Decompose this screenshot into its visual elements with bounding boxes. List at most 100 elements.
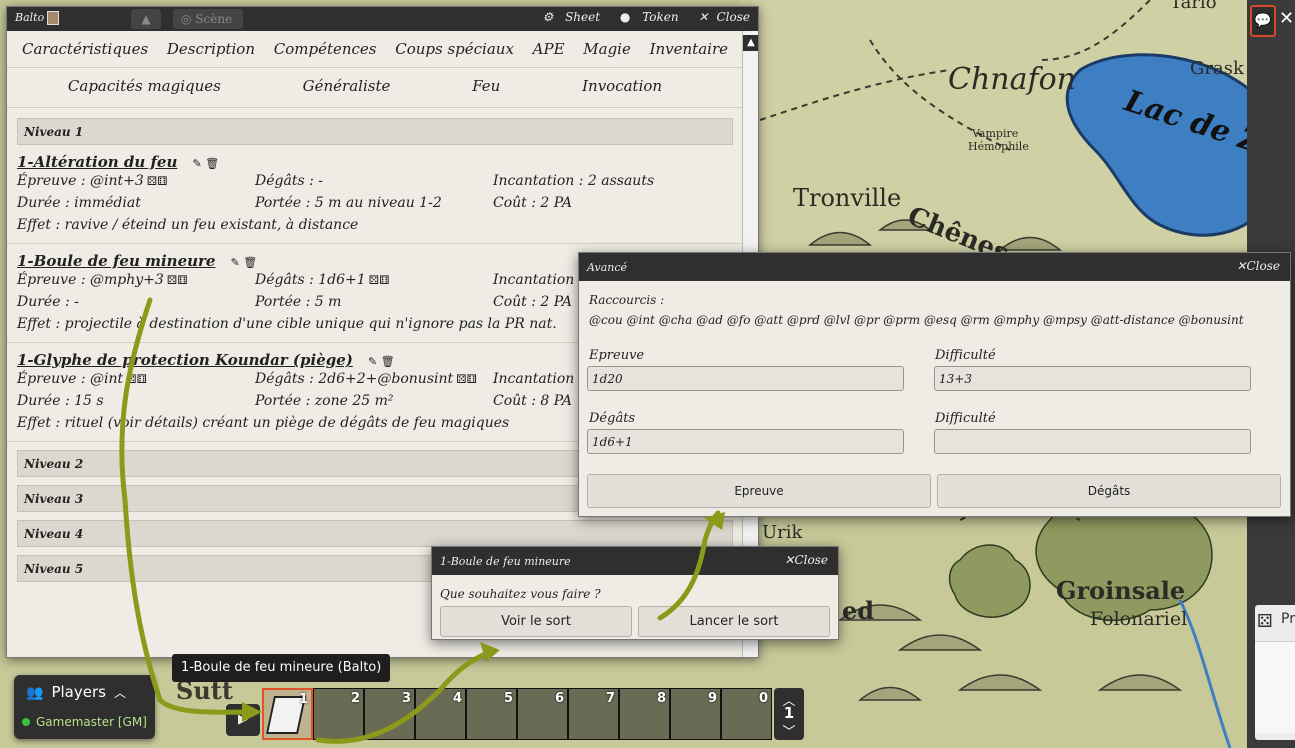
avance-dialog: Avancé ✕Close Raccourcis : @cou @int @ch… <box>578 252 1291 517</box>
trash-icon[interactable]: 🗑 <box>381 355 395 368</box>
hotbar-slot[interactable]: 7 <box>568 688 619 740</box>
trash-icon[interactable]: 🗑 <box>205 157 219 170</box>
collapse-icon[interactable]: ✕ <box>1279 8 1294 29</box>
spell-action-titlebar[interactable]: 1-Boule de feu mineure ✕Close <box>432 547 838 575</box>
sheet-titlebar[interactable]: Balto ▲ ◎ Scène ⚙ Sheet ● Token ✕ Close <box>7 7 758 31</box>
dice-icon[interactable]: ⚄⚅ <box>369 273 390 287</box>
difficulte-field[interactable] <box>934 429 1251 454</box>
raccourcis-label: Raccourcis : <box>589 293 665 307</box>
subtab-generaliste[interactable]: Généraliste <box>303 77 391 107</box>
degats-button[interactable]: Dégâts <box>937 474 1281 508</box>
lancer-sort-button[interactable]: Lancer le sort <box>638 606 830 637</box>
chat-icon[interactable]: 💬 <box>1250 5 1276 37</box>
subtab-invocation[interactable]: Invocation <box>582 77 662 107</box>
tab-magie[interactable]: Magie <box>583 40 631 67</box>
hotbar-slot[interactable]: 0 <box>721 688 772 740</box>
tab-caracteristiques[interactable]: Caractéristiques <box>22 40 148 67</box>
hotbar-slot-number: 6 <box>554 691 564 706</box>
edit-icon[interactable]: ✎ <box>368 355 377 368</box>
dice-icon[interactable]: ⚄⚅ <box>126 372 147 386</box>
dice-icon[interactable]: ⚄⚅ <box>147 174 168 188</box>
map-label-vampire: Vampire <box>972 127 1019 140</box>
tab-coups-speciaux[interactable]: Coups spéciaux <box>395 40 514 67</box>
spell-name[interactable]: 1-Boule de feu mineure <box>17 244 215 270</box>
tab-inventaire[interactable]: Inventaire <box>650 40 728 67</box>
hotbar-slot[interactable]: 6 <box>517 688 568 740</box>
hotbar-slot[interactable]: 4 <box>415 688 466 740</box>
players-header[interactable]: 👥 Players ︿ <box>26 683 126 701</box>
page-number: 1 <box>783 704 795 722</box>
close-button[interactable]: ✕ Close <box>690 10 750 24</box>
hotbar-slot[interactable]: 2 <box>313 688 364 740</box>
difficulte-label: Difficulté <box>935 348 996 363</box>
close-icon: ✕ <box>698 10 709 24</box>
spell-epreuve: Épreuve : @int <box>17 371 124 387</box>
spell-duree: Durée : - <box>17 294 79 310</box>
avance-close-button[interactable]: ✕Close <box>1236 259 1280 273</box>
hotbar-slot[interactable]: 9 <box>670 688 721 740</box>
subtab-feu[interactable]: Feu <box>472 77 500 107</box>
tab-ape[interactable]: APE <box>533 40 565 67</box>
spell-degats: Dégâts : - <box>255 173 323 189</box>
dice-icon[interactable]: ⚄⚅ <box>167 273 188 287</box>
token-up-icon[interactable]: ▲ <box>131 9 161 29</box>
hotbar-slot[interactable]: 1 <box>262 688 313 740</box>
spell-name[interactable]: 1-Altération du feu <box>17 145 177 171</box>
d20-icon[interactable]: ⚄ <box>1257 611 1273 632</box>
degats-label: Dégâts <box>589 411 636 426</box>
edit-icon[interactable]: ✎ <box>192 157 201 170</box>
epreuve-label: Epreuve <box>589 348 645 363</box>
spell-row: Épreuve : @int+3 ⚄⚅ Dégâts : - Incantatio… <box>17 171 733 193</box>
difficulte-field[interactable]: 13+3 <box>934 366 1251 391</box>
spell-incantation: Incantation : <box>493 272 584 288</box>
spell-duree: Durée : immédiat <box>17 195 141 211</box>
token-label: Token <box>642 10 679 24</box>
hotbar-slot[interactable]: 5 <box>466 688 517 740</box>
subtab-capacites[interactable]: Capacités magiques <box>68 77 221 107</box>
degats-field[interactable]: 1d6+1 <box>587 429 904 454</box>
map-label-folonariel: Folonariel <box>1090 608 1188 630</box>
chevron-up-icon[interactable]: ︿ <box>114 686 126 700</box>
hotbar-slot-number: 5 <box>503 691 513 706</box>
close-label: Close <box>794 553 828 567</box>
right-panel-body <box>1255 641 1295 733</box>
avance-titlebar[interactable]: Avancé ✕Close <box>579 253 1290 281</box>
token-button[interactable]: ● Token <box>612 10 679 24</box>
spell-portee: Portée : 5 m au niveau 1-2 <box>255 195 442 211</box>
hotbar-slot-number: 4 <box>452 691 462 706</box>
niveau-1-header[interactable]: Niveau 1 <box>17 118 733 145</box>
trash-icon[interactable]: 🗑 <box>243 256 257 269</box>
scroll-up-icon[interactable]: ▲ <box>743 35 758 51</box>
spell-cout: Coût : 2 PA <box>493 294 573 310</box>
map-label-chnafon: Chnafon <box>948 62 1076 97</box>
spell-name[interactable]: 1-Glyphe de protection Koundar (piège) <box>17 343 353 369</box>
edit-icon[interactable]: ✎ <box>231 256 240 269</box>
page-down-icon[interactable]: ﹀ <box>774 721 804 740</box>
hotbar-slot-number: 7 <box>605 691 615 706</box>
map-label-urik: Urik <box>762 522 803 543</box>
sheet-actions: ⚙ Sheet ● Token ✕ Close <box>526 10 750 24</box>
spell-action-dialog: 1-Boule de feu mineure ✕Close Que souhai… <box>431 546 839 640</box>
map-label-tarlo: Tarlo <box>1170 0 1217 13</box>
spell-cout: Coût : 8 PA <box>493 393 573 409</box>
spell-cout: Coût : 2 PA <box>493 195 573 211</box>
tab-competences[interactable]: Compétences <box>274 40 377 67</box>
dice-icon[interactable]: ⚄⚅ <box>456 372 477 386</box>
epreuve-button[interactable]: Epreuve <box>587 474 931 508</box>
scene-button[interactable]: ◎ Scène <box>173 9 243 29</box>
tab-description[interactable]: Description <box>167 40 255 67</box>
spell-incantation: Incantation : <box>493 371 584 387</box>
hotbar-folder-icon[interactable]: ▶ <box>226 704 260 736</box>
epreuve-field[interactable]: 1d20 <box>587 366 904 391</box>
sheet-label: Sheet <box>565 10 601 24</box>
users-icon: 👥 <box>26 685 44 701</box>
hotbar-pager: ︿ 1 ﹀ <box>774 688 804 740</box>
niveau-4-header[interactable]: Niveau 4 <box>17 520 733 547</box>
players-panel[interactable]: 👥 Players ︿ Gamemaster [GM] <box>14 675 155 739</box>
sheet-button[interactable]: ⚙ Sheet <box>534 10 600 24</box>
spell-action-close-button[interactable]: ✕Close <box>784 553 828 567</box>
hotbar-slot[interactable]: 8 <box>619 688 670 740</box>
right-panel: ⚄ Pr <box>1255 605 1295 740</box>
voir-sort-button[interactable]: Voir le sort <box>440 606 632 637</box>
hotbar-slot[interactable]: 3 <box>364 688 415 740</box>
